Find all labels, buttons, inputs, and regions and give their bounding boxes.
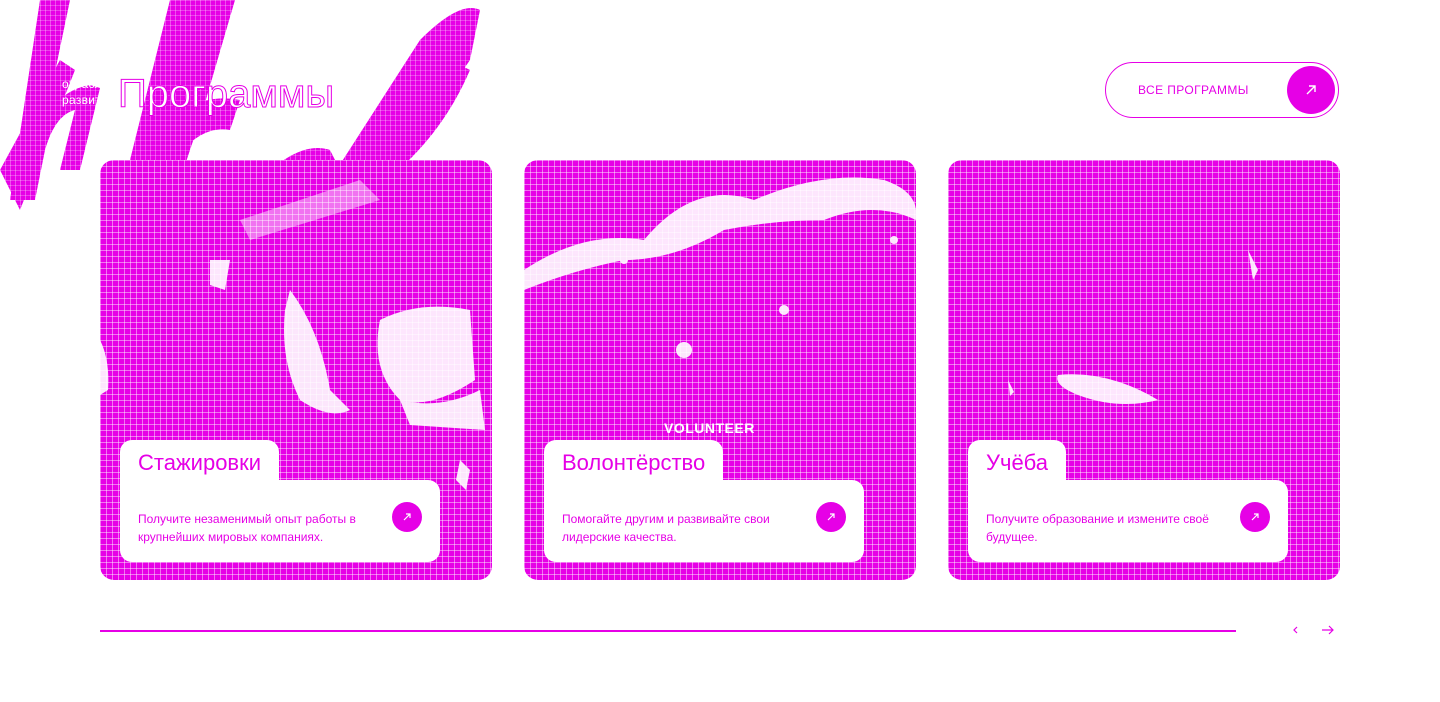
card-info-panel: Учёба Получите образование и измените св… [968,440,1288,562]
section-eyebrow: отрасль развитие [62,76,115,108]
eyebrow-line-1: отрасль [62,77,109,91]
carousel-progress-bar [100,630,1236,632]
chevron-left-icon [1291,622,1301,638]
carousel-progress-fill [100,630,1236,632]
card-description: Получите образование и измените своё буд… [986,512,1209,544]
card-info-panel: Стажировки Получите незаменимый опыт раб… [120,440,440,562]
card-info-panel: Волонтёрство Помогайте другим и развивай… [544,440,864,562]
programs-carousel: Стажировки Получите незаменимый опыт раб… [100,160,1340,580]
arrow-right-icon[interactable] [1240,502,1270,532]
card-overlay-text: VOLUNTEER [664,420,755,436]
carousel-next-button[interactable] [1318,620,1338,640]
arrow-right-icon [1321,622,1335,638]
card-description: Получите незаменимый опыт работы в крупн… [138,512,356,544]
program-card-internships[interactable]: Стажировки Получите незаменимый опыт раб… [100,160,492,580]
all-programs-button[interactable]: ВСЕ ПРОГРАММЫ [1105,62,1339,118]
programs-section: отрасль развитие Программы ВСЕ ПРОГРАММЫ [0,0,1440,702]
arrow-right-icon [1287,66,1335,114]
page-title: Программы [117,72,335,117]
arrow-right-icon[interactable] [816,502,846,532]
card-description: Помогайте другим и развивайте свои лидер… [562,512,770,544]
program-card-volunteering[interactable]: VOLUNTEER Волонтёрство Помогайте другим … [524,160,916,580]
carousel-prev-button[interactable] [1286,620,1306,640]
arrow-right-icon[interactable] [392,502,422,532]
eyebrow-line-2: развитие [62,93,116,107]
program-card-study[interactable]: Учёба Получите образование и измените св… [948,160,1340,580]
all-programs-label: ВСЕ ПРОГРАММЫ [1138,83,1249,97]
